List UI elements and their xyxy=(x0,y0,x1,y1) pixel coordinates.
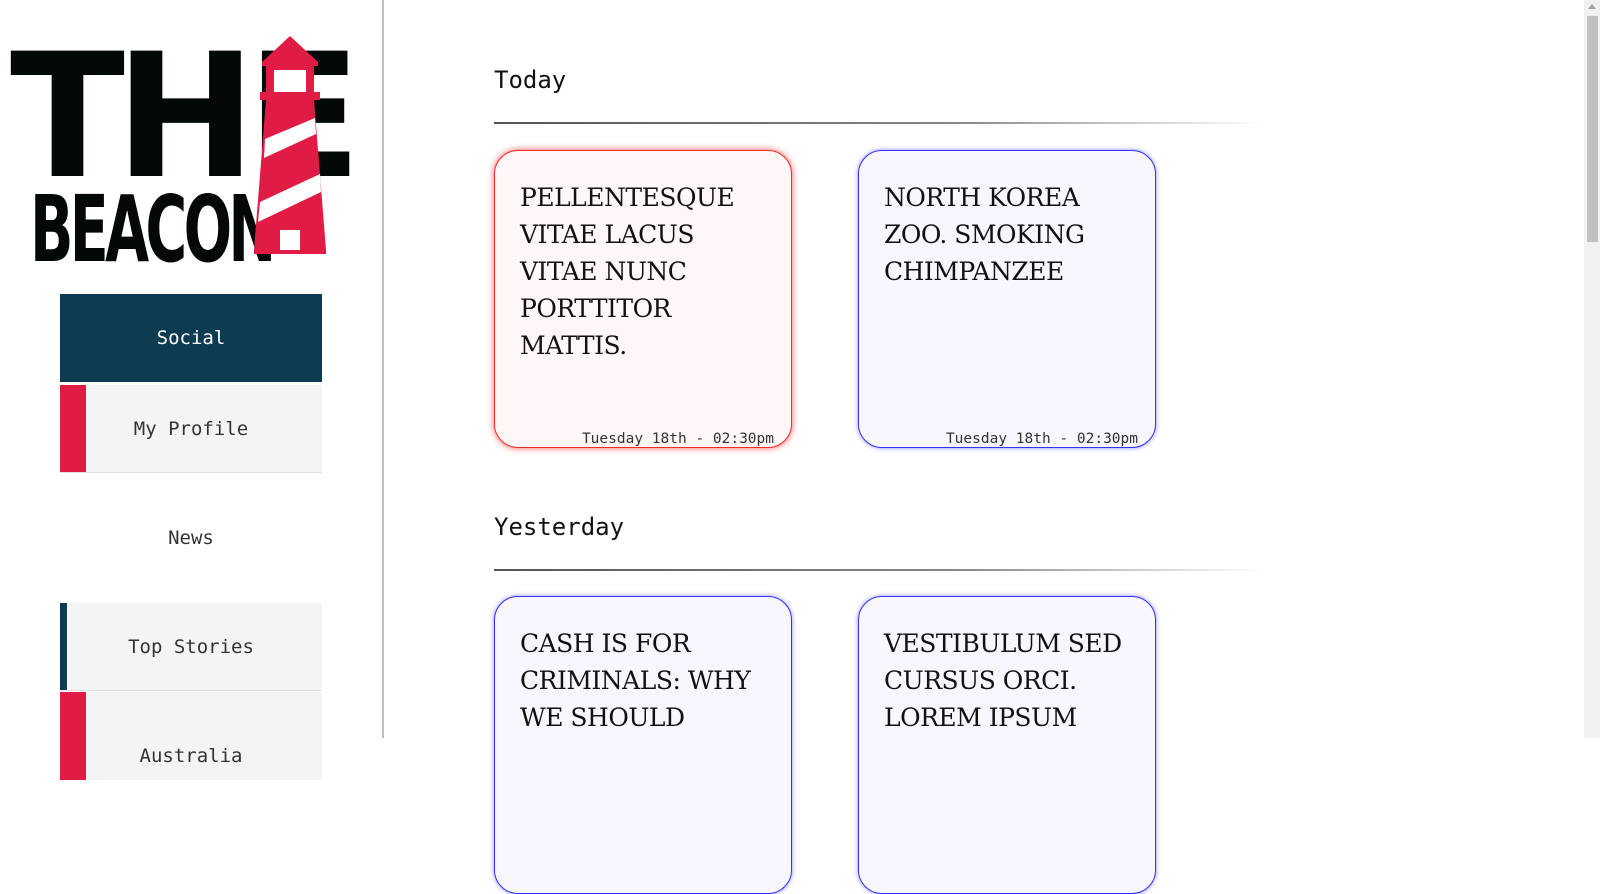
story-headline: NORTH KOREA ZOO. SMOKING CHIMPANZEE xyxy=(884,183,1085,286)
section-title-today: Today xyxy=(494,66,567,94)
section-divider xyxy=(494,569,1266,571)
nav-item-australia[interactable]: Australia xyxy=(60,692,322,780)
story-timestamp: Tuesday 18th - 02:30pm xyxy=(581,431,774,447)
nav-item-australia-label: Australia xyxy=(139,745,243,767)
sidebar: THE BEACON Social My Profile News Top St… xyxy=(0,0,384,780)
section-divider xyxy=(494,122,1266,124)
vertical-scrollbar[interactable] xyxy=(1584,0,1600,738)
nav-item-my-profile-label: My Profile xyxy=(133,417,249,440)
scroll-up-arrow-icon[interactable] xyxy=(1588,4,1596,9)
story-headline: VESTIBULUM SED CURSUS ORCI. LOREM IPSUM xyxy=(884,629,1122,732)
nav-item-my-profile[interactable]: My Profile xyxy=(60,385,322,473)
nav-accent-bar xyxy=(60,603,67,690)
nav-item-top-stories-label: Top Stories xyxy=(128,635,254,658)
story-card[interactable]: VESTIBULUM SED CURSUS ORCI. LOREM IPSUM xyxy=(858,596,1156,894)
nav-item-social[interactable]: Social xyxy=(60,294,322,382)
logo-word-beacon: BEACON xyxy=(30,176,276,283)
scrollbar-thumb[interactable] xyxy=(1587,16,1598,242)
nav-item-news[interactable]: News xyxy=(60,494,322,582)
lighthouse-icon xyxy=(254,36,326,254)
story-timestamp: Tuesday 18th - 02:30pm xyxy=(945,431,1138,447)
nav-item-news-label: News xyxy=(168,527,214,549)
section-title-yesterday: Yesterday xyxy=(494,513,625,541)
story-headline: CASH IS FOR CRIMINALS: WHY WE SHOULD xyxy=(520,629,751,732)
story-card[interactable]: CASH IS FOR CRIMINALS: WHY WE SHOULD xyxy=(494,596,792,894)
nav-accent-bar xyxy=(60,692,86,780)
nav-accent-bar xyxy=(60,385,86,472)
story-headline: PELLENTESQUE VITAE LACUS VITAE NUNC PORT… xyxy=(520,183,735,360)
story-card[interactable]: NORTH KOREA ZOO. SMOKING CHIMPANZEE Tues… xyxy=(858,150,1156,448)
the-beacon-logo[interactable]: THE BEACON xyxy=(10,16,362,283)
nav-item-top-stories[interactable]: Top Stories xyxy=(60,603,322,691)
nav-item-social-label: Social xyxy=(156,327,226,349)
story-card[interactable]: PELLENTESQUE VITAE LACUS VITAE NUNC PORT… xyxy=(494,150,792,448)
